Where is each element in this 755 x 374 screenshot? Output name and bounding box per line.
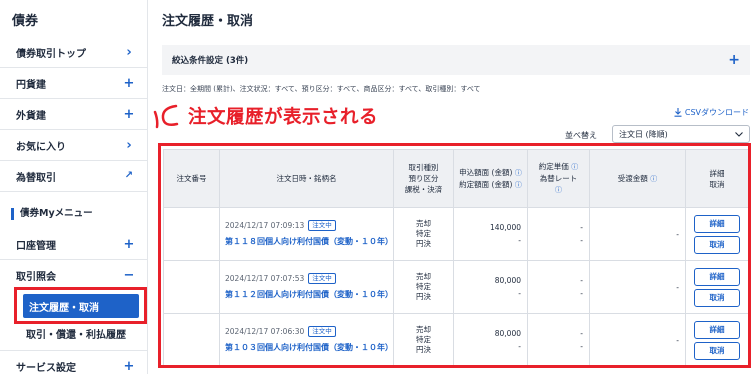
sidebar-item-yen[interactable]: 円貨建 + (0, 68, 147, 99)
detail-button[interactable]: 詳細 (694, 320, 740, 339)
plus-icon: + (123, 75, 135, 91)
col-price: 約定単価 ⓘ 為替レート ⓘ (527, 149, 590, 208)
info-icon[interactable]: ⓘ (555, 186, 562, 194)
sidebar-item-label: 口座管理 (16, 240, 56, 252)
category-cell: 売却 特定 円決 (393, 313, 454, 365)
delivery-cell: - (589, 260, 686, 314)
cancel-button[interactable]: 取消 (694, 288, 740, 307)
col-category: 取引種別 預り区分 課税・決済 (393, 149, 454, 208)
hand-drawn-mark-icon (153, 104, 179, 129)
action-cell: 詳細 取消 (685, 313, 748, 365)
order-datetime: 2024/12/17 07:07:53 (225, 274, 305, 283)
sidebar-item-service-settings[interactable]: サービス設定 + (0, 350, 147, 374)
sidebar-section-title: 債券Myメニュー (11, 208, 93, 220)
detail-button[interactable]: 詳細 (694, 214, 740, 233)
status-badge: 注文中 (308, 273, 336, 284)
filter-summary: 注文日：全期間 (累計)、注文状況：すべて、預り区分：すべて、商品区分：すべて、… (162, 85, 481, 93)
sidebar-item-label: サービス設定 (16, 362, 76, 374)
delivery-cell: - (589, 313, 686, 365)
order-no-cell (163, 313, 220, 365)
datetime-name-cell: 2024/12/17 07:06:30 注文中 第１０３回個人向け利付国債（変動… (219, 313, 394, 365)
sort-select-value: 注文日 (降順) (619, 129, 668, 139)
info-icon[interactable]: ⓘ (650, 175, 657, 183)
sidebar-item-bond-top[interactable]: 債券取引トップ › (0, 37, 147, 68)
sidebar-item-favorites[interactable]: お気に入り › (0, 130, 147, 161)
price-cell: -- (527, 207, 590, 261)
sidebar-title: 債券 (12, 14, 39, 29)
table-row: 2024/12/17 07:06:30 注文中 第１０３回個人向け利付国債（変動… (163, 313, 748, 365)
sidebar-item-label: 債券取引トップ (16, 48, 86, 60)
sort-select[interactable]: 注文日 (降順) (612, 125, 750, 143)
sidebar-item-label: 取引照会 (16, 272, 56, 283)
bond-name-link[interactable]: 第１１８回個人向け利付国債（変動・１０年） (225, 235, 393, 248)
filter-settings-bar[interactable]: 絞込条件設定 (3件) + (162, 45, 750, 75)
order-datetime: 2024/12/17 07:06:30 (225, 327, 305, 336)
minus-icon: − (123, 268, 135, 283)
order-datetime: 2024/12/17 07:09:13 (225, 221, 305, 230)
plus-icon: + (123, 358, 135, 374)
sidebar-item-order-history[interactable]: 注文履歴・取消 (23, 294, 139, 318)
filter-settings-label: 絞込条件設定 (3件) (172, 56, 249, 66)
sidebar-item-trade-history[interactable]: 取引・償還・利払履歴 (26, 326, 126, 341)
csv-download-label: CSVダウンロード (684, 108, 749, 117)
order-table: 注文番号 注文日時・銘柄名 取引種別 預り区分 課税・決済 申込額面 (金額) … (163, 149, 748, 365)
col-datetime-name: 注文日時・銘柄名 (219, 149, 394, 208)
bond-name-link[interactable]: 第１１２回個人向け利付国債（変動・１０年） (225, 288, 393, 301)
action-cell: 詳細 取消 (685, 207, 748, 261)
price-cell: -- (527, 260, 590, 314)
sidebar-item-account[interactable]: 口座管理 + (0, 229, 147, 260)
category-cell: 売却 特定 円決 (393, 207, 454, 261)
sidebar-item-fx[interactable]: 為替取引 ↗ (0, 161, 147, 192)
info-icon[interactable]: ⓘ (571, 163, 578, 171)
sidebar-item-label: 為替取引 (16, 172, 56, 184)
detail-button[interactable]: 詳細 (694, 267, 740, 286)
chevron-right-icon: › (126, 137, 132, 153)
table-row: 2024/12/17 07:09:13 注文中 第１１８回個人向け利付国債（変動… (163, 207, 748, 261)
active-item-highlight: 注文履歴・取消 (14, 287, 147, 324)
col-amount: 申込額面 (金額) ⓘ 約定額面 (金額) ⓘ (453, 149, 528, 208)
table-header-row: 注文番号 注文日時・銘柄名 取引種別 預り区分 課税・決済 申込額面 (金額) … (163, 149, 748, 208)
external-link-icon: ↗ (124, 170, 134, 181)
amount-cell: 80,000- (453, 313, 528, 365)
sidebar: 債券 債券取引トップ › 円貨建 + 外貨建 + お気に入り › 為替取引 ↗ … (0, 0, 148, 374)
info-icon[interactable]: ⓘ (515, 169, 522, 177)
sidebar-item-label: お気に入り (16, 141, 66, 153)
page-title: 注文履歴・取消 (162, 14, 254, 29)
table-row: 2024/12/17 07:07:53 注文中 第１１２回個人向け利付国債（変動… (163, 260, 748, 314)
bond-name-link[interactable]: 第１０３回個人向け利付国債（変動・１０年） (225, 341, 393, 354)
status-badge: 注文中 (308, 220, 336, 231)
sidebar-item-foreign[interactable]: 外貨建 + (0, 99, 147, 130)
plus-icon: + (728, 52, 740, 68)
chevron-right-icon: › (126, 44, 132, 60)
amount-cell: 140,000- (453, 207, 528, 261)
sidebar-item-label: 円貨建 (16, 79, 46, 91)
cancel-button[interactable]: 取消 (694, 235, 740, 254)
datetime-name-cell: 2024/12/17 07:09:13 注文中 第１１８回個人向け利付国債（変動… (219, 207, 394, 261)
csv-download-link[interactable]: CSVダウンロード (674, 107, 749, 118)
download-icon (674, 108, 682, 117)
plus-icon: + (123, 236, 135, 252)
order-no-cell (163, 260, 220, 314)
datetime-name-cell: 2024/12/17 07:07:53 注文中 第１１２回個人向け利付国債（変動… (219, 260, 394, 314)
sort-label: 並べ替え (565, 131, 597, 140)
annotation: 注文履歴が表示される (150, 102, 378, 130)
status-badge: 注文中 (308, 326, 336, 337)
sidebar-item-label: 外貨建 (16, 110, 46, 122)
col-order-no: 注文番号 (163, 149, 220, 208)
action-cell: 詳細 取消 (685, 260, 748, 314)
col-delivery: 受渡金額 ⓘ (589, 149, 686, 208)
order-no-cell (163, 207, 220, 261)
cancel-button[interactable]: 取消 (694, 341, 740, 360)
category-cell: 売却 特定 円決 (393, 260, 454, 314)
col-detail-cancel: 詳細 取消 (685, 149, 748, 208)
info-icon[interactable]: ⓘ (515, 181, 522, 189)
chevron-down-icon (735, 131, 743, 137)
price-cell: -- (527, 313, 590, 365)
plus-icon: + (123, 106, 135, 122)
amount-cell: 80,000- (453, 260, 528, 314)
annotation-text: 注文履歴が表示される (188, 107, 379, 128)
delivery-cell: - (589, 207, 686, 261)
order-table-highlight: 注文番号 注文日時・銘柄名 取引種別 預り区分 課税・決済 申込額面 (金額) … (158, 143, 751, 368)
